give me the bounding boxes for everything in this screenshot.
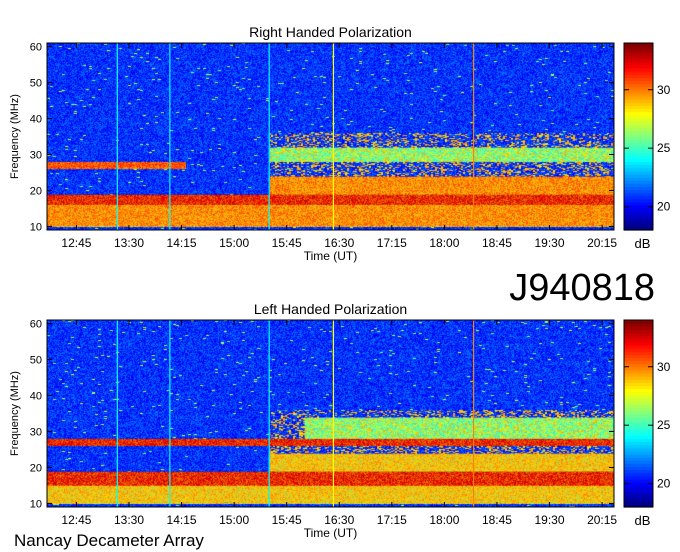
colorbar: 20 25 30 dB — [623, 319, 671, 528]
x-tick-label: 12:45 — [61, 236, 91, 250]
x-tick-label: 13:30 — [114, 236, 144, 250]
colorbar-unit-label: dB — [635, 513, 651, 528]
emission-band-2 — [269, 176, 614, 195]
spectrogram-figure: J940818 Nancay Decameter Array Right Han… — [9, 24, 671, 550]
colorbar-tick-label: 25 — [657, 418, 671, 432]
x-tick-label: 17:15 — [377, 236, 407, 250]
x-axis-label: Time (UT) — [304, 526, 358, 540]
footer-label: Nancay Decameter Array — [14, 531, 204, 550]
x-axis-label: Time (UT) — [304, 249, 358, 263]
y-tick-label: 30 — [30, 149, 42, 161]
y-axis-label: Frequency (MHz) — [9, 371, 21, 456]
panel-title: Left Handed Polarization — [254, 301, 407, 317]
y-axis-label: Frequency (MHz) — [9, 94, 21, 179]
panel-right-handed: Right Handed Polarization 10 20 30 40 50 60 Fre… — [9, 24, 671, 263]
x-tick-label: 19:30 — [535, 513, 565, 527]
y-tick-label: 20 — [30, 185, 42, 197]
figure-id-label: J940818 — [509, 267, 655, 309]
y-tick-label: 20 — [30, 462, 42, 474]
colorbar-unit-label: dB — [635, 236, 651, 251]
y-tick-label: 10 — [30, 498, 42, 510]
emission-band-1 — [47, 194, 614, 205]
x-tick-label: 15:00 — [219, 513, 249, 527]
x-tick-label: 15:45 — [272, 513, 302, 527]
emission-band-0 — [47, 485, 614, 504]
colorbar-tick-label: 30 — [657, 360, 671, 374]
x-tick-label: 19:30 — [535, 236, 565, 250]
emission-band-3 — [47, 161, 186, 169]
y-tick-label: 50 — [30, 355, 42, 367]
x-tick-label: 18:00 — [429, 513, 459, 527]
x-tick-label: 18:45 — [482, 513, 512, 527]
x-tick-label: 16:30 — [324, 236, 354, 250]
colorbar: 20 25 30 dB — [623, 42, 671, 251]
x-tick-label: 15:00 — [219, 236, 249, 250]
x-tick-label: 14:15 — [167, 513, 197, 527]
x-tick-label: 16:30 — [324, 513, 354, 527]
y-tick-label: 30 — [30, 426, 42, 438]
x-tick-label: 20:15 — [587, 236, 617, 250]
y-tick-label: 60 — [30, 319, 42, 331]
emission-band-4 — [269, 147, 614, 162]
colorbar-segment — [624, 320, 653, 324]
y-tick-label: 40 — [30, 114, 42, 126]
colorbar-segment — [624, 43, 653, 47]
emission-band-2 — [269, 453, 614, 472]
emission-band-3 — [47, 438, 614, 446]
colorbar-tick-label: 20 — [657, 477, 671, 491]
colorbar-tick-label: 30 — [657, 83, 671, 97]
x-tick-label: 18:45 — [482, 236, 512, 250]
x-tick-label: 13:30 — [114, 513, 144, 527]
panel-title: Right Handed Polarization — [249, 24, 412, 40]
colorbar-tick-label: 25 — [657, 141, 671, 155]
emission-band-4 — [304, 417, 614, 439]
x-tick-label: 18:00 — [429, 236, 459, 250]
y-tick-label: 40 — [30, 391, 42, 403]
x-tick-label: 12:45 — [61, 513, 91, 527]
emission-band-1 — [47, 471, 614, 486]
colorbar-tick-label: 20 — [657, 200, 671, 214]
y-tick-label: 10 — [30, 221, 42, 233]
x-tick-label: 17:15 — [377, 513, 407, 527]
emission-band-0 — [47, 204, 614, 227]
y-tick-label: 60 — [30, 42, 42, 54]
x-tick-label: 15:45 — [272, 236, 302, 250]
y-tick-label: 50 — [30, 78, 42, 90]
x-tick-label: 14:15 — [167, 236, 197, 250]
x-tick-label: 20:15 — [587, 513, 617, 527]
panel-left-handed: Left Handed Polarization 10 20 30 40 50 60 Freq… — [9, 301, 671, 540]
